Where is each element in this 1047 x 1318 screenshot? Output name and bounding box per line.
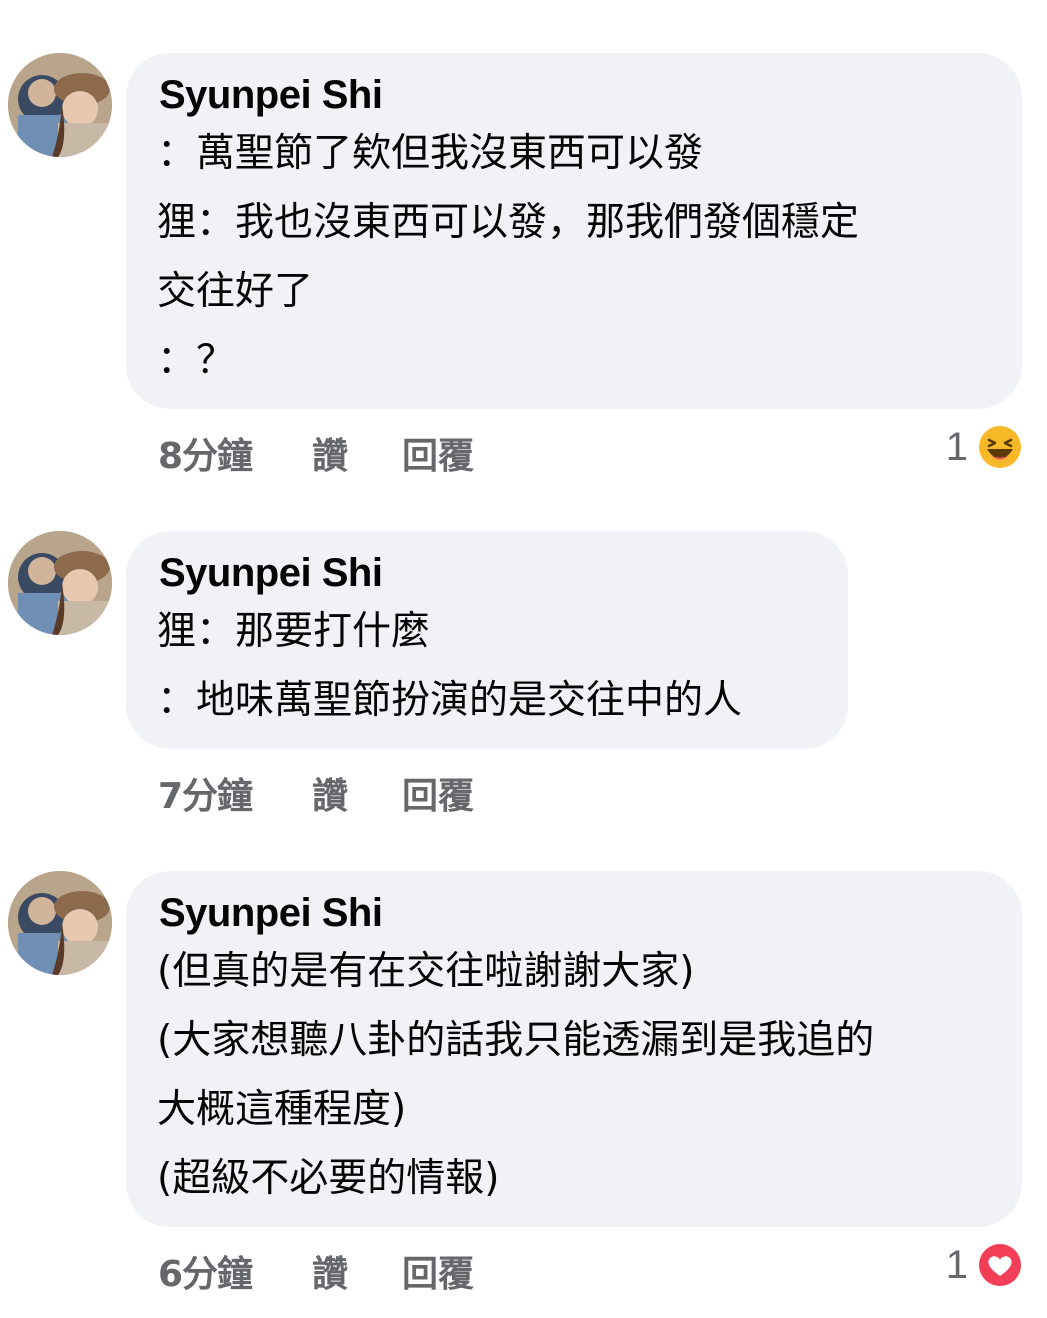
comment-text-line: 狸：我也沒東西可以發，那我們發個穩定 [157,200,860,245]
comment-text-line: ：？ [157,338,236,383]
timestamp[interactable]: 8分鐘 [158,427,312,479]
reply-button[interactable]: 回覆 [402,427,474,479]
comment-text-line: ：地味萬聖節扮演的是交往中的人 [157,678,743,723]
love-heart-icon [979,1244,1021,1286]
comment-bubble: Syunpei Shi ：萬聖節了欸但我沒東西可以發 狸：我也沒東西可以發，那我… [126,53,1022,409]
reply-button[interactable]: 回覆 [402,767,474,819]
avatar[interactable] [8,871,112,975]
like-button[interactable]: 讚 [312,767,402,819]
reaction-count: 1 [945,424,968,469]
like-button[interactable]: 讚 [312,427,402,479]
comment-text-line: ：萬聖節了欸但我沒東西可以發 [157,131,704,176]
avatar[interactable] [8,531,112,635]
author-name[interactable]: Syunpei Shi [159,71,988,119]
comment-text-line: (大家想聽八卦的話我只能透漏到是我追的 [157,1018,875,1063]
reaction-summary[interactable]: 1 [946,422,1022,472]
comment-text-line: 大概這種程度) [157,1087,407,1132]
comment-text-line: (超級不必要的情報) [157,1156,500,1201]
comment-text-line: 交往好了 [157,269,314,314]
comment-actions: 8分鐘 讚 回覆 [158,428,474,478]
comment-bubble: Syunpei Shi (但真的是有在交往啦謝謝大家) (大家想聽八卦的話我只能… [126,871,1022,1227]
laugh-emoji-icon [979,426,1021,468]
reaction-summary[interactable]: 1 [946,1240,1022,1290]
author-name[interactable]: Syunpei Shi [159,549,814,597]
like-button[interactable]: 讚 [312,1245,402,1297]
comment-text-line: 狸：那要打什麼 [157,609,431,654]
avatar[interactable] [8,53,112,157]
reaction-count: 1 [945,1242,968,1287]
reply-button[interactable]: 回覆 [402,1245,474,1297]
avatar-photo [8,53,112,157]
timestamp[interactable]: 6分鐘 [158,1245,312,1297]
avatar-photo [8,871,112,975]
comment-actions: 7分鐘 讚 回覆 [158,768,474,818]
comment-bubble: Syunpei Shi 狸：那要打什麼 ：地味萬聖節扮演的是交往中的人 [126,531,848,749]
comment-text-line: (但真的是有在交往啦謝謝大家) [157,949,695,994]
avatar-photo [8,531,112,635]
timestamp[interactable]: 7分鐘 [158,767,312,819]
comment-actions: 6分鐘 讚 回覆 [158,1246,474,1296]
author-name[interactable]: Syunpei Shi [159,889,988,937]
